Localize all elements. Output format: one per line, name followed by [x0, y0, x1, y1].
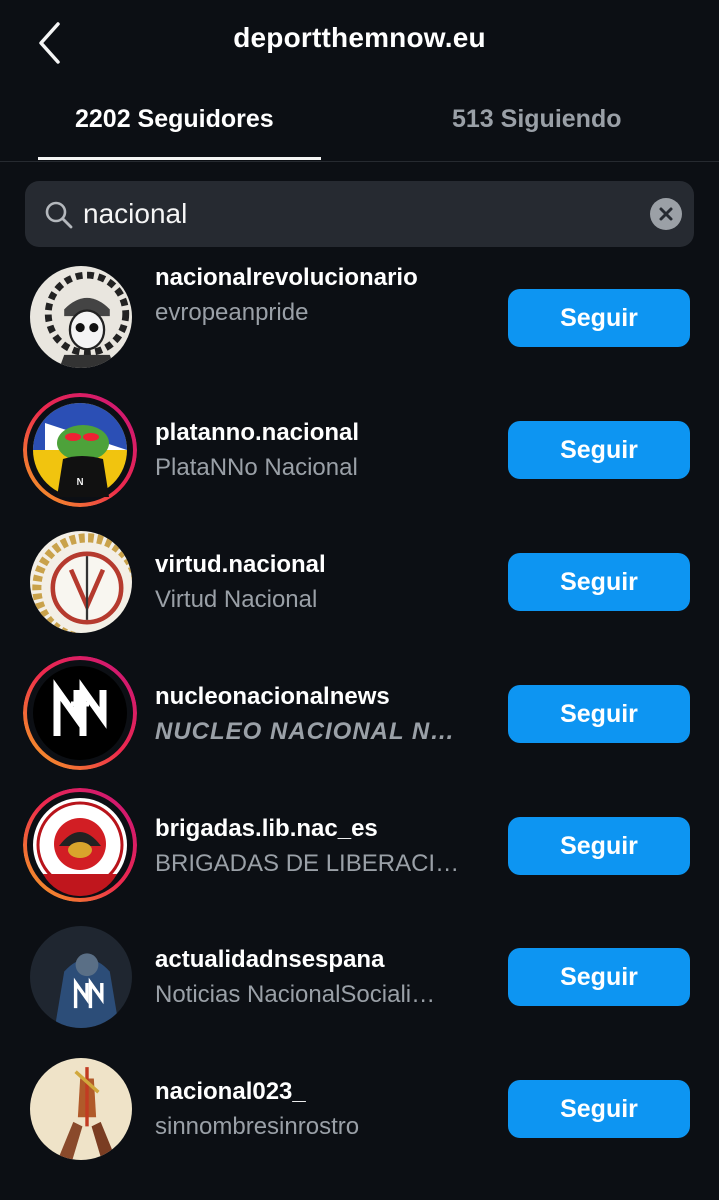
- raised-fist-avatar-icon: [30, 1058, 132, 1160]
- follow-button[interactable]: Seguir: [508, 553, 690, 611]
- account-name: Virtud Nacional: [155, 586, 318, 613]
- helmet-emblem-avatar-icon: [23, 788, 137, 902]
- search-icon: [45, 201, 73, 229]
- header-bar: deportthemnow.eu: [0, 0, 719, 90]
- account-name: sinnombresinrostro: [155, 1113, 360, 1140]
- account-username: nucleonacionalnews: [155, 683, 390, 710]
- account-username: platanno.nacional: [155, 419, 360, 446]
- account-name: PlataNNo Nacional: [155, 454, 358, 481]
- skull-soldier-avatar-icon: [30, 266, 132, 368]
- follow-button[interactable]: Seguir: [508, 289, 690, 347]
- avatar: [23, 656, 137, 770]
- frog-character-avatar-icon: ɴ: [23, 393, 137, 507]
- avatar: [30, 531, 132, 633]
- clear-icon: [659, 207, 673, 221]
- avatar: [30, 1058, 132, 1160]
- avatar: ɴ: [23, 393, 137, 507]
- list-item[interactable]: ɴ platanno.nacional PlataNNo Nacional Se…: [0, 393, 719, 513]
- avatar: [30, 926, 132, 1028]
- account-name: BRIGADAS DE LIBERACI…: [155, 850, 460, 877]
- follow-button[interactable]: Seguir: [508, 817, 690, 875]
- avatar: [23, 788, 137, 902]
- follow-button[interactable]: Seguir: [508, 1080, 690, 1138]
- account-username: actualidadnsespana: [155, 946, 385, 973]
- nn-logo-avatar-icon: [23, 656, 137, 770]
- follow-button[interactable]: Seguir: [508, 421, 690, 479]
- gear-emblem-avatar-icon: [30, 531, 132, 633]
- follow-button[interactable]: Seguir: [508, 948, 690, 1006]
- account-name: NUCLEO NACIONAL NEWS…: [155, 718, 460, 745]
- search-input[interactable]: [83, 191, 623, 237]
- clear-search-button[interactable]: [650, 198, 682, 230]
- account-username: nacionalrevolucionario: [155, 264, 418, 291]
- list-item[interactable]: actualidadnsespana Noticias NacionalSoci…: [0, 926, 719, 1046]
- svg-text:ɴ: ɴ: [76, 474, 84, 488]
- account-name: evropeanpride: [155, 299, 309, 326]
- search-bar: [25, 181, 694, 247]
- list-item[interactable]: nacionalrevolucionario evropeanpride Seg…: [0, 264, 719, 386]
- robed-figure-avatar-icon: [30, 926, 132, 1028]
- list-item[interactable]: nucleonacionalnews NUCLEO NACIONAL NEWS……: [0, 656, 719, 776]
- page-title: deportthemnow.eu: [233, 22, 486, 53]
- list-item[interactable]: brigadas.lib.nac_es BRIGADAS DE LIBERACI…: [0, 788, 719, 908]
- follow-button[interactable]: Seguir: [508, 685, 690, 743]
- account-username: virtud.nacional: [155, 551, 326, 578]
- account-username: brigadas.lib.nac_es: [155, 815, 378, 842]
- list-item[interactable]: virtud.nacional Virtud Nacional Seguir: [0, 531, 719, 651]
- active-tab-indicator: [38, 157, 321, 160]
- tab-following[interactable]: 513 Siguiendo: [452, 105, 621, 134]
- avatar: [30, 266, 132, 368]
- account-username: nacional023_: [155, 1078, 306, 1105]
- tab-followers[interactable]: 2202 Seguidores: [75, 105, 274, 134]
- tab-bar: 2202 Seguidores 513 Siguiendo: [0, 95, 719, 162]
- list-item[interactable]: nacional023_ sinnombresinrostro Seguir: [0, 1058, 719, 1178]
- account-name: Noticias NacionalSociali…: [155, 981, 436, 1008]
